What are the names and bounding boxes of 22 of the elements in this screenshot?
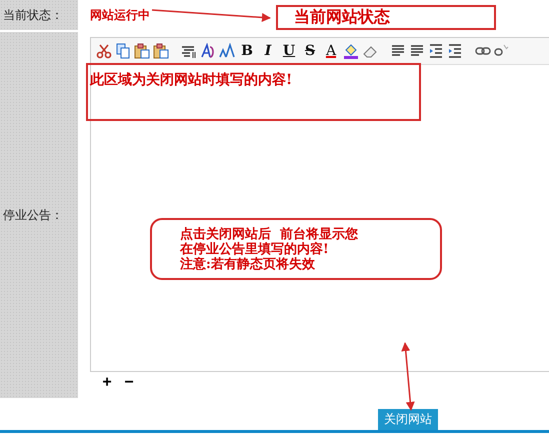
annotation-box: 此区域为关闭网站时填写的内容! <box>86 63 421 121</box>
copy-icon[interactable] <box>115 43 131 59</box>
format-button[interactable]: U <box>280 43 298 59</box>
format-button[interactable]: S <box>301 43 319 59</box>
font-icon[interactable] <box>200 43 216 59</box>
indent-icon[interactable] <box>428 43 444 59</box>
resize-button[interactable]: + <box>100 374 114 392</box>
status-value: 网站运行中 <box>90 6 150 24</box>
format-button[interactable]: A <box>322 43 340 59</box>
clipboard-icon[interactable] <box>134 43 150 59</box>
resize-button[interactable]: − <box>122 374 136 392</box>
format-button[interactable]: I <box>259 43 277 59</box>
annotation-callout: 点击关闭网站后 前台将显示您 在停业公告里填写的内容! 注意:若有静态页将失效 <box>150 218 442 280</box>
clipboard-icon[interactable] <box>153 43 169 59</box>
status-label: 当前状态： <box>3 6 63 24</box>
notice-label: 停业公告： <box>3 206 63 224</box>
paint-bucket-icon[interactable] <box>343 43 359 59</box>
scissors-icon[interactable] <box>96 43 112 59</box>
arrow <box>401 342 415 411</box>
format-button[interactable]: B <box>238 43 256 59</box>
annotation-box: 当前网站状态 <box>276 5 496 30</box>
indent-icon[interactable] <box>447 43 463 59</box>
